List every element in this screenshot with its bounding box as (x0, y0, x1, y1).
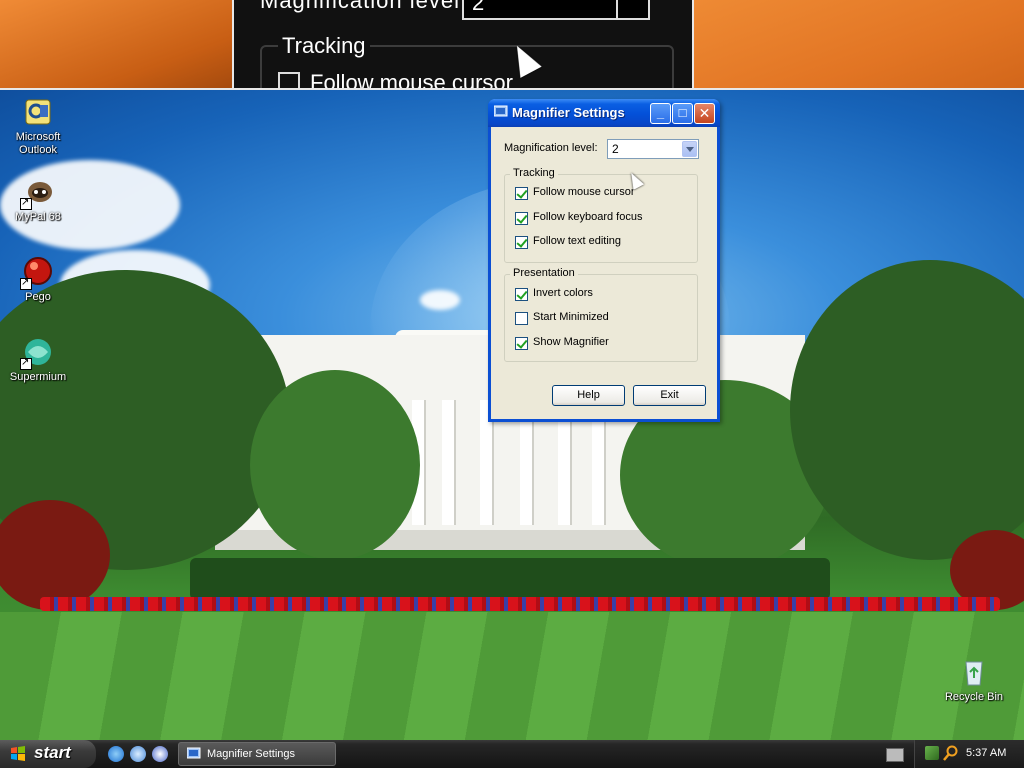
minimize-icon: _ (656, 105, 665, 120)
minimize-button[interactable]: _ (650, 103, 671, 124)
media-player-icon[interactable] (152, 746, 168, 762)
wallpaper-flowerbed (40, 597, 1000, 611)
chevron-down-icon[interactable] (682, 141, 697, 157)
magnified-combo: 2 (462, 0, 650, 20)
recycle-bin-icon (958, 656, 990, 688)
desktop-icon-label: Pego (25, 291, 51, 303)
magnifier-app-icon (494, 105, 508, 117)
internet-explorer-icon[interactable] (108, 746, 124, 762)
magnified-group-title: Tracking (278, 33, 370, 59)
presentation-group-title: Presentation (510, 267, 578, 279)
wallpaper-tree (250, 370, 420, 560)
follow-keyboard-focus-label[interactable]: Follow keyboard focus (533, 211, 642, 223)
start-button[interactable]: start (0, 740, 96, 768)
magnifier-view-right (694, 0, 1024, 90)
start-minimized-checkbox[interactable] (515, 312, 528, 325)
desktop-icon-pego[interactable]: Pego (0, 256, 76, 304)
magnification-level-value: 2 (612, 142, 619, 156)
pego-icon (20, 256, 54, 290)
follow-keyboard-focus-checkbox[interactable] (515, 212, 528, 225)
magnified-combo-value: 2 (472, 0, 485, 15)
taskbar: start Magnifier Settings 5:37 AM (0, 740, 1024, 768)
magnified-checkbox-label: Follow mouse cursor (310, 70, 513, 90)
desktop-icon-label: MyPal 68 (15, 211, 61, 223)
browser-icon[interactable] (130, 746, 146, 762)
magnifier-view-center: Magnification level: 2 Tracking Follow m… (232, 0, 694, 90)
desktop-icon-outlook[interactable]: Microsoft Outlook (0, 96, 76, 157)
desktop-icon-label: Microsoft Outlook (15, 131, 61, 156)
taskbar-item-magnifier-settings[interactable]: Magnifier Settings (178, 742, 336, 766)
show-magnifier-label[interactable]: Show Magnifier (533, 336, 609, 348)
magnifier-border (0, 88, 1024, 90)
desktop-icon-mypal[interactable]: MyPal 68 (0, 176, 76, 224)
magnification-level-select[interactable]: 2 (607, 139, 699, 159)
wallpaper-cloud (420, 290, 460, 310)
magnifier-settings-window[interactable]: Magnifier Settings _ □ ✕ Magnification l… (488, 99, 720, 422)
maximize-icon: □ (678, 105, 687, 120)
invert-colors-checkbox[interactable] (515, 288, 528, 301)
magnification-level-label: Magnification level: (504, 142, 598, 154)
close-button[interactable]: ✕ (694, 103, 715, 124)
magnifier-view-left (0, 0, 232, 90)
follow-text-editing-label[interactable]: Follow text editing (533, 235, 621, 247)
supermium-icon (20, 336, 54, 370)
start-label: start (34, 743, 71, 762)
invert-colors-label[interactable]: Invert colors (533, 287, 593, 299)
tracking-group-title: Tracking (510, 167, 558, 179)
close-icon: ✕ (698, 105, 711, 121)
magnified-combo-button (616, 0, 648, 18)
clock[interactable]: 5:37 AM (966, 747, 1006, 759)
shortcut-arrow-icon (20, 356, 32, 370)
show-magnifier-checkbox[interactable] (515, 337, 528, 350)
start-minimized-label[interactable]: Start Minimized (533, 311, 609, 323)
windows-logo-icon (11, 746, 25, 761)
desktop-icon-label: Supermium (9, 371, 67, 383)
help-button[interactable]: Help (552, 385, 625, 406)
magnifier-tray-icon[interactable] (943, 745, 959, 761)
follow-mouse-cursor-checkbox[interactable] (515, 187, 528, 200)
magnifier-app-icon (187, 747, 201, 759)
magnifier-view: Magnification level: 2 Tracking Follow m… (0, 0, 1024, 90)
follow-mouse-cursor-label[interactable]: Follow mouse cursor (533, 186, 634, 198)
maximize-button[interactable]: □ (672, 103, 693, 124)
shortcut-arrow-icon (20, 276, 32, 290)
exit-button[interactable]: Exit (633, 385, 706, 406)
desktop-icon-recycle-bin[interactable]: Recycle Bin (936, 656, 1012, 704)
outlook-icon (22, 96, 54, 128)
keyboard-icon[interactable] (886, 748, 904, 762)
magnified-label: Magnification level: (260, 0, 468, 13)
follow-text-editing-checkbox[interactable] (515, 236, 528, 249)
taskbar-item-label: Magnifier Settings (207, 748, 296, 760)
wallpaper-lawn (0, 612, 1024, 740)
desktop-icon-label: Recycle Bin (944, 691, 1004, 703)
wallpaper-hedge (190, 558, 830, 600)
shortcut-arrow-icon (20, 196, 32, 210)
title-bar[interactable]: Magnifier Settings _ □ ✕ (488, 99, 720, 127)
window-title: Magnifier Settings (512, 105, 625, 120)
mypal-icon (20, 176, 54, 210)
wallpaper-column (442, 400, 454, 525)
desktop-icon-supermium[interactable]: Supermium (0, 336, 76, 384)
wallpaper-tree (0, 500, 110, 610)
network-icon[interactable] (925, 746, 939, 760)
